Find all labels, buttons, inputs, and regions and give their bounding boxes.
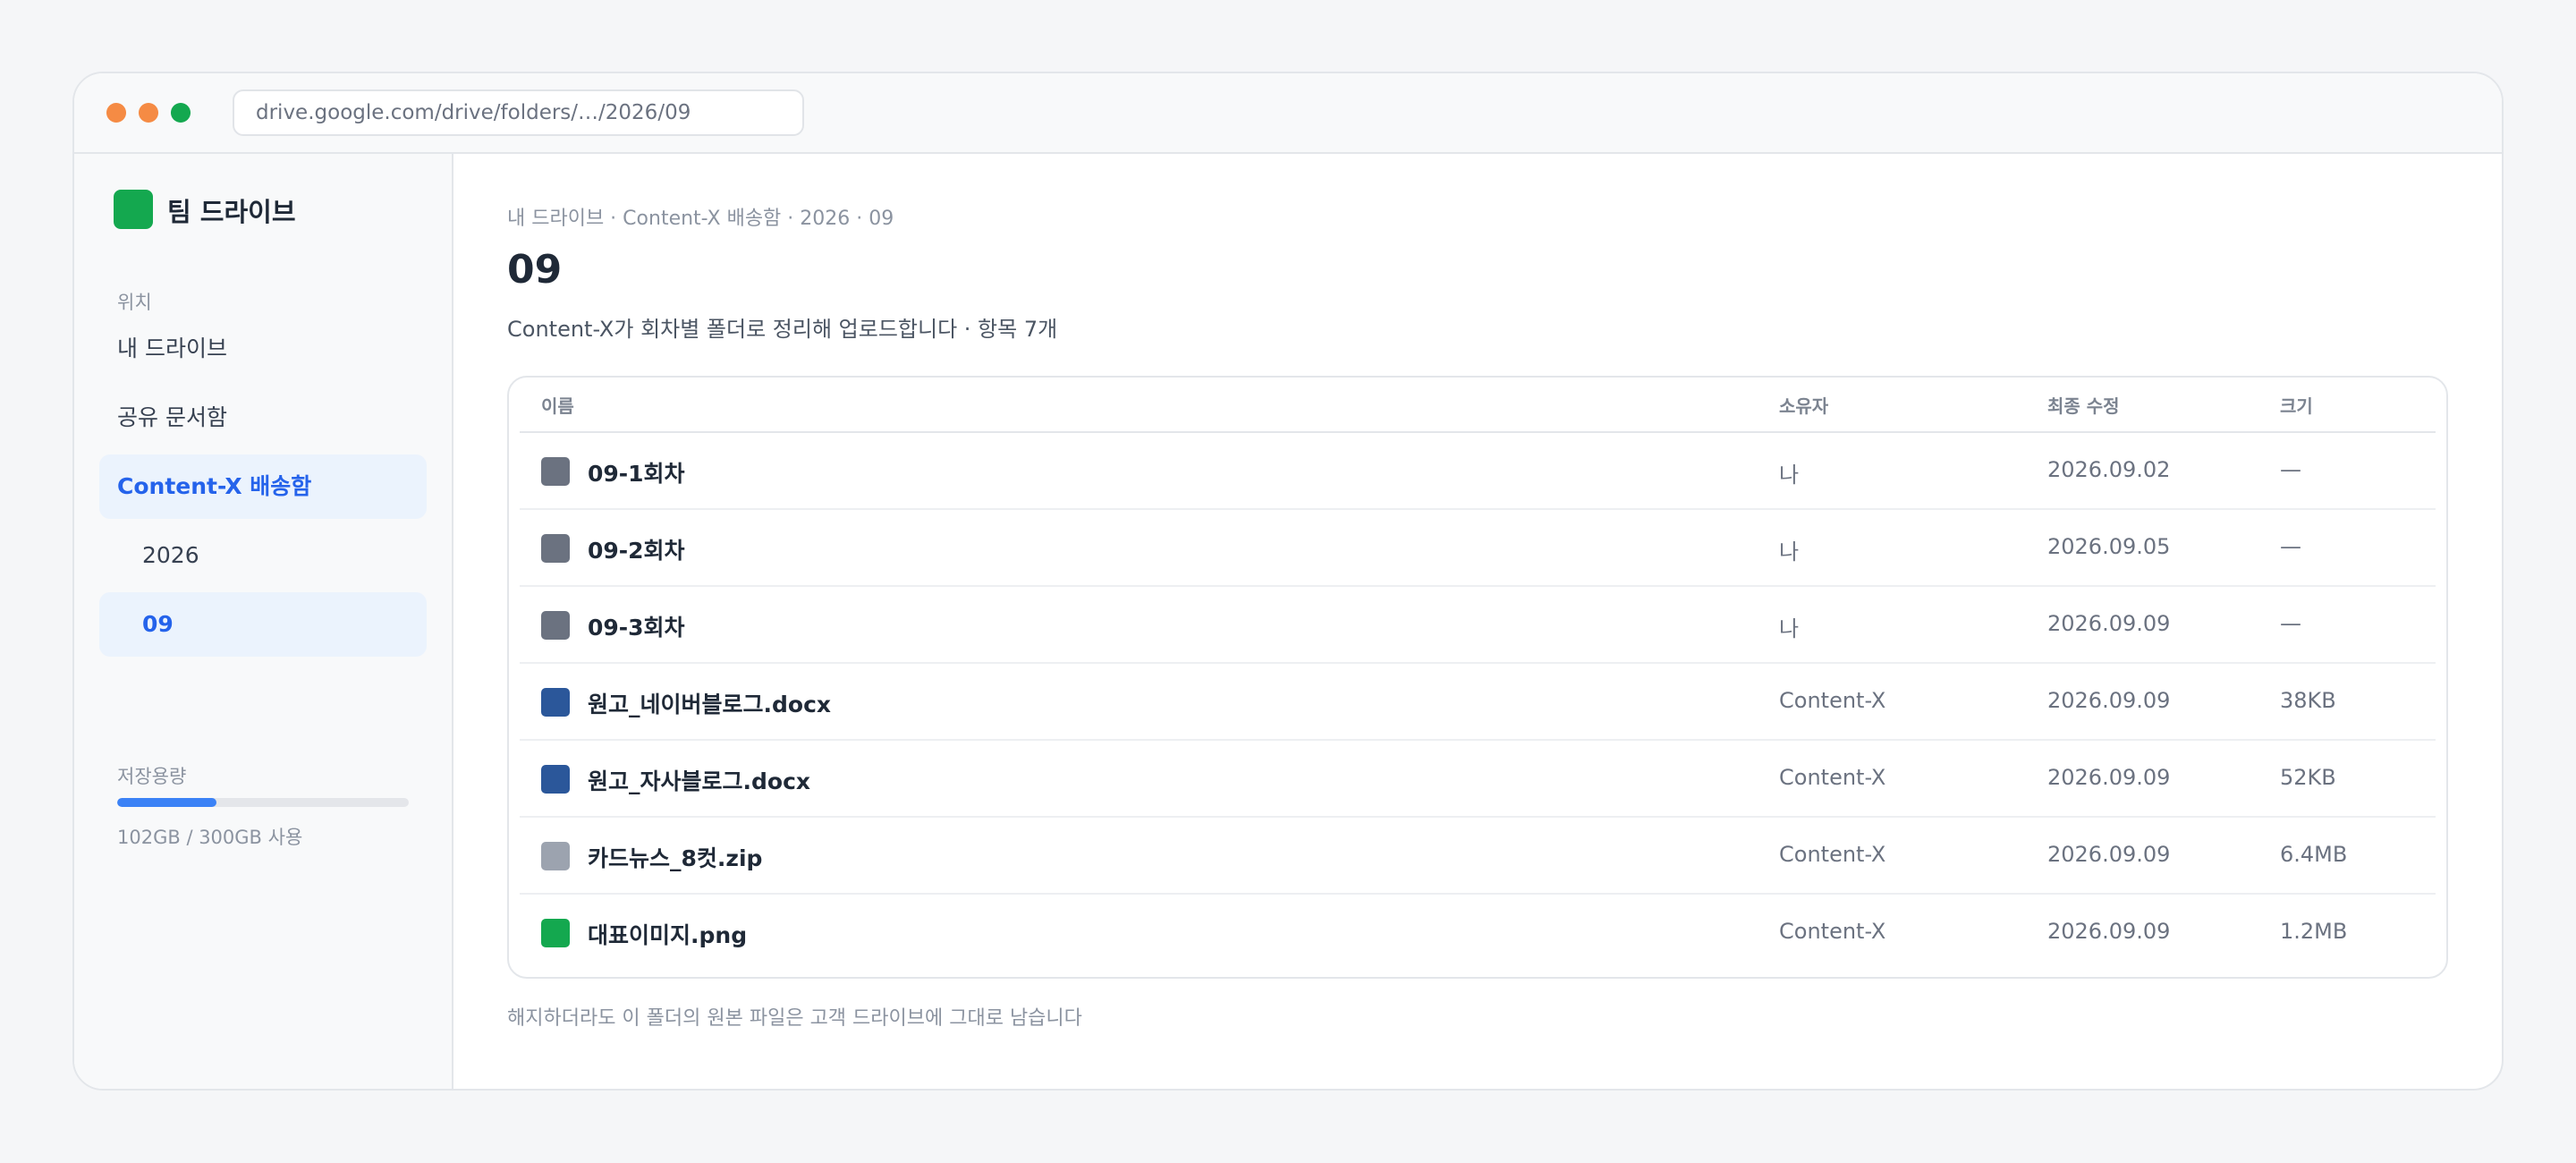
window-minimize-button[interactable] xyxy=(139,103,158,123)
file-name: 카드뉴스_8컷.zip xyxy=(588,845,763,871)
file-size: 52KB xyxy=(2280,765,2336,790)
table-row[interactable]: 09-1회차 나 2026.09.02 — xyxy=(520,433,2436,510)
file-size: — xyxy=(2280,534,2301,559)
table-row[interactable]: 09-3회차 나 2026.09.09 — xyxy=(520,587,2436,664)
table-header: 이름 소유자 최종 수정 크기 xyxy=(520,378,2436,433)
storage-usage-text: 102GB / 300GB 사용 xyxy=(117,827,303,848)
doc-icon xyxy=(541,688,570,717)
brand-name: 팀 드라이브 xyxy=(167,197,296,227)
folder-icon xyxy=(541,611,570,640)
storage-progress-fill xyxy=(117,798,216,807)
sidebar-item-09[interactable]: 09 xyxy=(99,592,427,657)
zip-icon xyxy=(541,842,570,870)
page-title: 09 xyxy=(507,247,563,293)
file-size: 6.4MB xyxy=(2280,842,2348,867)
table-row[interactable]: 대표이미지.png Content-X 2026.09.09 1.2MB xyxy=(520,895,2436,972)
storage-label: 저장용량 xyxy=(117,766,187,787)
file-modified: 2026.09.09 xyxy=(2047,765,2171,790)
file-owner: 나 xyxy=(1779,463,1800,488)
file-size: 1.2MB xyxy=(2280,919,2348,944)
table-row[interactable]: 원고_네이버블로그.docx Content-X 2026.09.09 38KB xyxy=(520,664,2436,741)
table-row[interactable]: 카드뉴스_8컷.zip Content-X 2026.09.09 6.4MB xyxy=(520,818,2436,895)
drive-logo-icon xyxy=(114,190,153,229)
file-table: 이름 소유자 최종 수정 크기 09-1회차 나 2026.09.02 — 09… xyxy=(507,376,2448,979)
page-subtitle: Content-X가 회차별 폴더로 정리해 업로드합니다 · 항목 7개 xyxy=(507,317,1058,342)
file-name: 원고_자사블로그.docx xyxy=(588,768,811,794)
file-name: 대표이미지.png xyxy=(588,922,748,948)
file-owner: Content-X xyxy=(1779,842,1886,867)
footnote: 해지하더라도 이 폴더의 원본 파일은 고객 드라이브에 그대로 남습니다 xyxy=(507,1007,1082,1030)
file-owner: 나 xyxy=(1779,539,1800,565)
column-header-size[interactable]: 크기 xyxy=(2280,392,2313,418)
image-icon xyxy=(541,919,570,947)
sidebar-item-my-drive[interactable]: 내 드라이브 xyxy=(99,317,427,381)
file-modified: 2026.09.09 xyxy=(2047,842,2171,867)
storage-progress-bar xyxy=(117,798,409,807)
file-modified: 2026.09.05 xyxy=(2047,534,2171,559)
sidebar-item-2026[interactable]: 2026 xyxy=(99,523,427,588)
file-name: 09-2회차 xyxy=(588,538,685,564)
folder-icon xyxy=(541,457,570,486)
table-row[interactable]: 09-2회차 나 2026.09.05 — xyxy=(520,510,2436,587)
file-modified: 2026.09.02 xyxy=(2047,457,2171,482)
sidebar-item-shared[interactable]: 공유 문서함 xyxy=(99,386,427,450)
file-owner: Content-X xyxy=(1779,765,1886,790)
file-owner: 나 xyxy=(1779,616,1800,641)
folder-icon xyxy=(541,534,570,563)
file-size: 38KB xyxy=(2280,688,2336,713)
column-header-name[interactable]: 이름 xyxy=(541,392,574,418)
column-header-modified[interactable]: 최종 수정 xyxy=(2047,392,2120,418)
browser-window: drive.google.com/drive/folders/…/2026/09… xyxy=(72,72,2504,1091)
window-maximize-button[interactable] xyxy=(171,103,191,123)
file-size: — xyxy=(2280,611,2301,636)
main-content: 내 드라이브 · Content-X 배송함 · 2026 · 09 09 Co… xyxy=(455,154,2502,1089)
file-modified: 2026.09.09 xyxy=(2047,919,2171,944)
sidebar-item-content-x[interactable]: Content-X 배송함 xyxy=(99,454,427,519)
doc-icon xyxy=(541,765,570,794)
file-name: 09-3회차 xyxy=(588,615,685,641)
file-modified: 2026.09.09 xyxy=(2047,611,2171,636)
sidebar: 팀 드라이브 위치 내 드라이브 공유 문서함 Content-X 배송함 20… xyxy=(74,154,453,1089)
location-section-label: 위치 xyxy=(117,292,152,313)
window-close-button[interactable] xyxy=(106,103,126,123)
file-owner: Content-X xyxy=(1779,688,1886,713)
table-row[interactable]: 원고_자사블로그.docx Content-X 2026.09.09 52KB xyxy=(520,741,2436,818)
title-bar: drive.google.com/drive/folders/…/2026/09 xyxy=(74,73,2502,154)
file-size: — xyxy=(2280,457,2301,482)
breadcrumb[interactable]: 내 드라이브 · Content-X 배송함 · 2026 · 09 xyxy=(507,202,894,231)
column-header-owner[interactable]: 소유자 xyxy=(1779,392,1828,418)
file-modified: 2026.09.09 xyxy=(2047,688,2171,713)
file-owner: Content-X xyxy=(1779,919,1886,944)
address-bar[interactable]: drive.google.com/drive/folders/…/2026/09 xyxy=(233,89,804,136)
file-name: 09-1회차 xyxy=(588,461,685,487)
file-name: 원고_네이버블로그.docx xyxy=(588,692,832,717)
